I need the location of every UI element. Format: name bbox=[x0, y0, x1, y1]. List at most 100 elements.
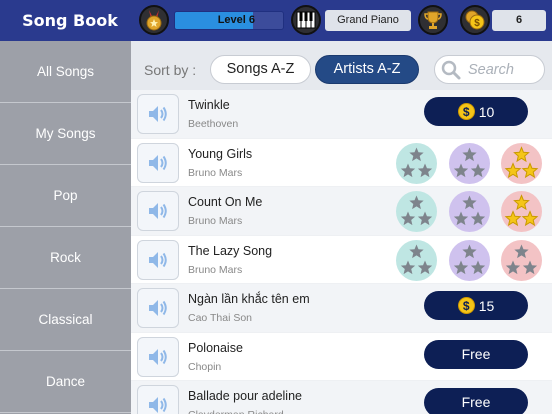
star-icon bbox=[453, 163, 469, 177]
star-icon bbox=[513, 145, 530, 162]
preview-speaker-button[interactable] bbox=[137, 142, 179, 183]
star-icon bbox=[400, 163, 416, 177]
difficulty-badge-medium[interactable] bbox=[449, 142, 490, 184]
search-icon bbox=[441, 60, 461, 79]
piano-icon[interactable] bbox=[291, 5, 321, 35]
star-icon bbox=[470, 260, 486, 274]
song-title: Ngàn lần khắc tên em bbox=[188, 292, 310, 306]
sidebar-item-pop[interactable]: Pop bbox=[0, 165, 131, 227]
star-icon bbox=[522, 260, 538, 274]
song-artist: Clayderman Richard bbox=[188, 409, 284, 414]
level-progress-bar: Level 6 bbox=[174, 11, 284, 30]
song-artist: Cao Thai Son bbox=[188, 312, 253, 324]
star-icon bbox=[470, 163, 486, 177]
song-row[interactable]: Ballade pour adeline Clayderman Richard Fr… bbox=[131, 381, 552, 414]
preview-speaker-button[interactable] bbox=[137, 385, 179, 414]
star-icon bbox=[521, 210, 539, 227]
speaker-icon bbox=[149, 300, 167, 316]
song-row[interactable]: Young Girls Bruno Mars bbox=[131, 139, 552, 187]
difficulty-badge-hard[interactable] bbox=[501, 191, 542, 232]
category-sidebar: All Songs My Songs Pop Rock Classical Da… bbox=[0, 41, 131, 414]
song-title: The Lazy Song bbox=[188, 243, 273, 258]
star-icon bbox=[470, 211, 486, 226]
free-song-button[interactable]: Free bbox=[424, 339, 528, 369]
coin-count: 6 bbox=[492, 10, 546, 31]
star-icon bbox=[462, 147, 477, 161]
star-icon bbox=[521, 161, 539, 178]
speaker-icon bbox=[149, 106, 167, 122]
song-artist: Bruno Mars bbox=[188, 215, 243, 227]
song-artist: Chopin bbox=[188, 360, 222, 373]
difficulty-badge-easy[interactable] bbox=[396, 239, 437, 281]
free-song-button[interactable]: Free bbox=[424, 388, 528, 414]
coins-icon[interactable]: $ bbox=[460, 5, 490, 35]
price-value: 15 bbox=[478, 297, 495, 314]
star-icon bbox=[417, 163, 433, 177]
song-row[interactable]: Polonaise Chopin Free bbox=[131, 333, 552, 381]
song-artist: Bruno Mars bbox=[188, 166, 243, 179]
sidebar-item-rock[interactable]: Rock bbox=[0, 227, 131, 289]
song-artist: Bruno Mars bbox=[188, 263, 243, 276]
buy-song-button[interactable]: $15 bbox=[424, 291, 528, 320]
price-value: 10 bbox=[478, 103, 495, 120]
song-title: Count On Me bbox=[188, 195, 263, 209]
coin-icon: $ bbox=[457, 297, 475, 314]
difficulty-badge-medium[interactable] bbox=[449, 239, 490, 281]
buy-song-button[interactable]: $10 bbox=[424, 97, 528, 126]
sidebar-item-all-songs[interactable]: All Songs bbox=[0, 41, 131, 103]
medal-icon[interactable] bbox=[139, 5, 169, 35]
instrument-selector[interactable]: Grand Piano bbox=[325, 10, 411, 31]
search-placeholder: Search bbox=[468, 61, 514, 78]
star-icon bbox=[514, 244, 529, 258]
star-icon bbox=[513, 194, 530, 211]
star-icon bbox=[504, 210, 522, 227]
preview-speaker-button[interactable] bbox=[137, 288, 179, 328]
star-icon bbox=[409, 244, 424, 258]
song-row[interactable]: The Lazy Song Bruno Mars bbox=[131, 236, 552, 284]
sidebar-item-classical[interactable]: Classical bbox=[0, 289, 131, 351]
song-row[interactable]: Twinkle Beethoven $10 bbox=[131, 90, 552, 139]
sort-songs-button[interactable]: Songs A-Z bbox=[210, 55, 311, 84]
app-title: Song Book bbox=[22, 11, 118, 30]
search-input[interactable]: Search bbox=[434, 55, 545, 84]
level-label: Level 6 bbox=[217, 14, 255, 26]
song-title: Young Girls bbox=[188, 146, 253, 161]
preview-speaker-button[interactable] bbox=[137, 191, 179, 231]
sidebar-item-dance[interactable]: Dance bbox=[0, 351, 131, 413]
coin-icon: $ bbox=[457, 103, 475, 120]
speaker-icon bbox=[149, 397, 167, 413]
star-icon bbox=[409, 147, 424, 161]
difficulty-badge-easy[interactable] bbox=[396, 142, 437, 184]
song-title: Polonaise bbox=[188, 340, 243, 355]
preview-speaker-button[interactable] bbox=[137, 94, 179, 134]
song-title: Twinkle bbox=[188, 98, 230, 112]
speaker-icon bbox=[149, 203, 167, 219]
preview-speaker-button[interactable] bbox=[137, 336, 179, 377]
song-artist: Beethoven bbox=[188, 118, 239, 130]
star-icon bbox=[504, 161, 522, 178]
filter-bar: Sort by : Songs A-Z Artists A-Z Search bbox=[131, 41, 552, 90]
speaker-icon bbox=[149, 154, 167, 171]
song-list: Twinkle Beethoven $10 Young Girls Bruno Mars… bbox=[131, 90, 552, 414]
star-icon bbox=[453, 211, 469, 226]
star-icon bbox=[400, 211, 416, 226]
difficulty-badge-hard[interactable] bbox=[501, 142, 542, 184]
sort-artists-button[interactable]: Artists A-Z bbox=[315, 55, 419, 84]
speaker-icon bbox=[149, 251, 167, 268]
svg-text:$: $ bbox=[474, 18, 480, 29]
song-row[interactable]: Count On Me Bruno Mars bbox=[131, 187, 552, 236]
star-icon bbox=[417, 211, 433, 226]
star-icon bbox=[505, 260, 521, 274]
trophy-icon[interactable] bbox=[418, 5, 448, 35]
song-row[interactable]: Ngàn lần khắc tên em Cao Thai Son $15 bbox=[131, 284, 552, 333]
star-icon bbox=[417, 260, 433, 274]
sidebar-item-my-songs[interactable]: My Songs bbox=[0, 103, 131, 165]
star-icon bbox=[453, 260, 469, 274]
preview-speaker-button[interactable] bbox=[137, 239, 179, 280]
difficulty-badge-hard[interactable] bbox=[501, 239, 542, 281]
sort-label: Sort by : bbox=[144, 62, 197, 78]
speaker-icon bbox=[149, 348, 167, 365]
difficulty-badge-medium[interactable] bbox=[449, 191, 490, 232]
difficulty-badge-easy[interactable] bbox=[396, 191, 437, 232]
star-icon bbox=[462, 195, 477, 210]
